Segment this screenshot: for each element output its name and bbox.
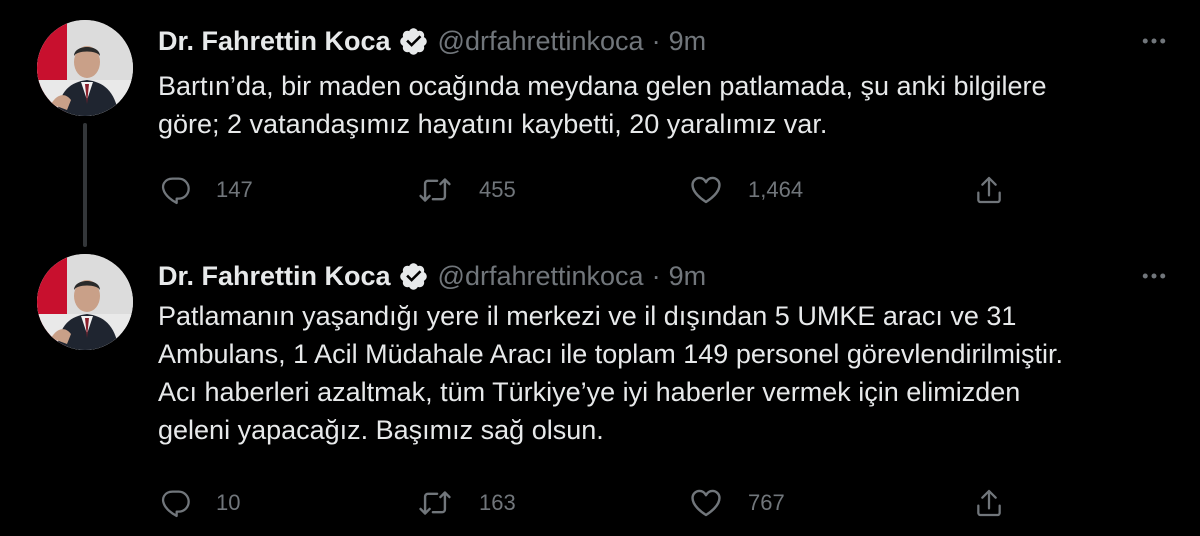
tweet-text: Patlamanın yaşandığı yere il merkezi ve …	[158, 297, 1168, 449]
retweet-count: 163	[479, 490, 516, 515]
tweet-actions: 10 163 767	[158, 483, 1058, 523]
reply-icon	[158, 172, 194, 208]
avatar[interactable]	[37, 254, 133, 350]
reply-count: 10	[216, 490, 241, 515]
reply-button[interactable]: 147	[158, 170, 253, 210]
tweet-text-line: geleni yapacağız. Başımız sağ olsun.	[158, 415, 604, 445]
tweet-timestamp[interactable]: 9m	[669, 261, 707, 292]
tweet-text: Bartın’da, bir maden ocağında meydana ge…	[158, 67, 1168, 143]
verified-badge-icon	[398, 26, 429, 57]
heart-icon	[688, 485, 724, 521]
author-handle[interactable]: @drfahrettinkoca	[438, 26, 644, 57]
tweet-timestamp[interactable]: 9m	[669, 26, 707, 57]
reply-count: 147	[216, 177, 253, 202]
verified-badge-icon	[398, 261, 429, 292]
thread-connector-line	[83, 123, 87, 247]
tweet-text-line: Acı haberleri azaltmak, tüm Türkiye’ye i…	[158, 377, 1021, 407]
retweet-icon	[417, 172, 453, 208]
reply-icon	[158, 485, 194, 521]
tweet[interactable]: Dr. Fahrettin Koca @drfahrettinkoca · 9m…	[0, 0, 1200, 247]
separator-dot: ·	[651, 25, 661, 56]
tweet-actions: 147 455 1,464	[158, 170, 1058, 210]
reply-button[interactable]: 10	[158, 483, 240, 523]
tweet-header: Dr. Fahrettin Koca @drfahrettinkoca · 9m	[158, 258, 706, 294]
author-display-name[interactable]: Dr. Fahrettin Koca	[158, 261, 391, 292]
more-options-icon[interactable]	[1138, 25, 1170, 57]
tweet-text-line: göre; 2 vatandaşımız hayatını kaybetti, …	[158, 109, 828, 139]
separator-dot: ·	[651, 260, 661, 291]
heart-icon	[688, 172, 724, 208]
tweet-text-line: Bartın’da, bir maden ocağında meydana ge…	[158, 71, 1047, 101]
avatar[interactable]	[37, 20, 133, 116]
tweet-header: Dr. Fahrettin Koca @drfahrettinkoca · 9m	[158, 23, 706, 59]
share-button[interactable]	[971, 483, 1007, 523]
retweet-button[interactable]: 163	[417, 483, 516, 523]
share-icon	[971, 485, 1007, 521]
like-count: 767	[748, 490, 785, 515]
tweet-text-line: Patlamanın yaşandığı yere il merkezi ve …	[158, 301, 1017, 331]
retweet-button[interactable]: 455	[417, 170, 516, 210]
author-handle[interactable]: @drfahrettinkoca	[438, 261, 644, 292]
share-icon	[971, 172, 1007, 208]
tweet-text-line: Ambulans, 1 Acil Müdahale Aracı ile topl…	[158, 339, 1063, 369]
retweet-icon	[417, 485, 453, 521]
like-button[interactable]: 767	[688, 483, 785, 523]
like-count: 1,464	[748, 177, 804, 202]
like-button[interactable]: 1,464	[688, 170, 803, 210]
share-button[interactable]	[971, 170, 1007, 210]
more-options-icon[interactable]	[1138, 260, 1170, 292]
tweet[interactable]: Dr. Fahrettin Koca @drfahrettinkoca · 9m…	[0, 245, 1200, 536]
author-display-name[interactable]: Dr. Fahrettin Koca	[158, 26, 391, 57]
retweet-count: 455	[479, 177, 516, 202]
